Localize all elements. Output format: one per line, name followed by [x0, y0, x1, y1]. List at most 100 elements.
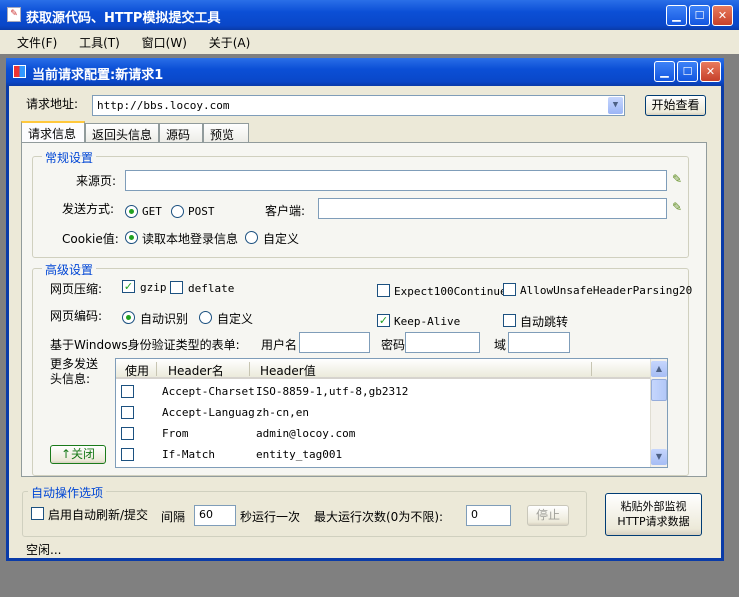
headers-table-header: 使用 Header名 Header值 [116, 359, 667, 379]
encoding-label: 网页编码: [50, 309, 103, 323]
enc-auto-label: 自动识别 [140, 312, 189, 326]
table-row[interactable]: Accept-Languag zh-cn,en [116, 402, 650, 423]
scroll-thumb[interactable] [651, 379, 667, 401]
username-label: 用户名 [261, 338, 298, 352]
tab-request-info[interactable]: 请求信息 [21, 121, 85, 143]
auto-enable-checkbox[interactable] [31, 507, 44, 520]
keep-alive-checkbox[interactable]: ✓ [377, 314, 390, 327]
row-header-name: From [162, 427, 189, 440]
enc-auto-radio[interactable] [122, 311, 135, 324]
expect100-label: Expect100Continue [394, 285, 507, 298]
row-use-checkbox[interactable] [121, 448, 134, 461]
app-title-bar: ✎ 获取源代码、HTTP模拟提交工具 ▁ ☐ ✕ [0, 0, 739, 30]
domain-label: 域 [494, 338, 507, 352]
cookie-local-radio[interactable] [125, 231, 138, 244]
row-use-checkbox[interactable] [121, 427, 134, 440]
stop-button[interactable]: 停止 [527, 505, 569, 526]
row-header-name: Accept-Charset [162, 385, 255, 398]
general-settings-legend: 常规设置 [42, 149, 97, 166]
auto-redirect-label: 自动跳转 [520, 315, 569, 329]
referer-edit-icon[interactable]: ✎ [670, 172, 684, 189]
url-dropdown-icon[interactable]: ▼ [608, 97, 623, 114]
username-input[interactable] [299, 332, 370, 353]
col-use[interactable]: 使用 [125, 362, 149, 379]
enc-custom-radio[interactable] [199, 311, 212, 324]
unsafe-header-checkbox[interactable] [503, 283, 516, 296]
row-header-value: zh-cn,en [256, 406, 309, 419]
row-use-checkbox[interactable] [121, 406, 134, 419]
child-maximize-button[interactable]: ☐ [677, 61, 698, 82]
unsafe-header-label: AllowUnsafeHeaderParsing20 [520, 284, 693, 297]
gzip-checkbox[interactable]: ✓ [122, 280, 135, 293]
cookie-custom-label: 自定义 [263, 232, 300, 246]
col-divider [591, 362, 592, 376]
scroll-up-icon[interactable]: ▲ [651, 361, 667, 377]
row-use-checkbox[interactable] [121, 385, 134, 398]
deflate-checkbox[interactable] [170, 281, 183, 294]
col-header-name[interactable]: Header名 [168, 362, 224, 379]
child-minimize-button[interactable]: ▁ [654, 61, 675, 82]
tab-preview[interactable]: 预览 [203, 123, 249, 143]
method-get-label: GET [142, 205, 162, 218]
table-row[interactable]: Accept-Charset ISO-8859-1,utf-8,gb2312 [116, 381, 650, 402]
close-button[interactable]: ✕ [712, 5, 733, 26]
client-edit-icon[interactable]: ✎ [670, 200, 684, 217]
tab-response-headers[interactable]: 返回头信息 [85, 123, 159, 143]
status-text: 空闲... [26, 543, 62, 557]
table-row[interactable]: If-Match entity_tag001 [116, 444, 650, 465]
domain-input[interactable] [508, 332, 570, 353]
client-input[interactable] [318, 198, 667, 219]
password-input[interactable] [405, 332, 480, 353]
scroll-down-icon[interactable]: ▼ [651, 449, 667, 465]
child-title: 当前请求配置:新请求1 [32, 68, 164, 83]
max-runs-label: 最大运行次数(0为不限): [314, 510, 444, 524]
cookie-label: Cookie值: [62, 232, 119, 246]
max-runs-input[interactable]: 0 [466, 505, 511, 526]
method-post-radio[interactable] [171, 205, 184, 218]
menu-file[interactable]: 文件(F) [17, 34, 57, 51]
paste-monitor-button[interactable]: 粘贴外部监视 HTTP请求数据 [605, 493, 702, 536]
more-headers-label: 更多发送 头信息: [50, 357, 99, 386]
paste-monitor-label: 粘贴外部监视 HTTP请求数据 [617, 500, 690, 528]
interval-label: 间隔 [161, 510, 186, 524]
password-label: 密码 [381, 338, 406, 352]
advanced-settings-legend: 高级设置 [42, 261, 97, 278]
windows-auth-label: 基于Windows身份验证类型的表单: [50, 338, 240, 352]
tab-source[interactable]: 源码 [159, 123, 203, 143]
keep-alive-label: Keep-Alive [394, 315, 461, 328]
enc-custom-label: 自定义 [217, 312, 254, 326]
menu-bar: 文件(F) 工具(T) 窗口(W) 关于(A) [0, 30, 739, 54]
menu-about[interactable]: 关于(A) [209, 34, 251, 51]
cookie-custom-radio[interactable] [245, 231, 258, 244]
close-headers-label: ↑关闭 [60, 447, 96, 461]
auto-redirect-checkbox[interactable] [503, 314, 516, 327]
child-close-button[interactable]: ✕ [700, 61, 721, 82]
url-combobox[interactable]: http://bbs.locoy.com ▼ [92, 95, 625, 116]
child-icon [13, 65, 26, 78]
compress-label: 网页压缩: [50, 282, 103, 296]
menu-window[interactable]: 窗口(W) [142, 34, 187, 51]
table-row[interactable]: From admin@locoy.com [116, 423, 650, 444]
row-header-value: entity_tag001 [256, 448, 343, 461]
close-headers-button[interactable]: ↑关闭 [50, 445, 106, 464]
minimize-button[interactable]: ▁ [666, 5, 687, 26]
col-divider [156, 362, 157, 376]
referer-input[interactable] [125, 170, 667, 191]
table-scrollbar[interactable]: ▲ ▼ [650, 359, 667, 467]
maximize-button[interactable]: ☐ [689, 5, 710, 26]
app-icon: ✎ [7, 7, 21, 22]
referer-label: 来源页: [76, 174, 117, 188]
menu-tools[interactable]: 工具(T) [79, 34, 120, 51]
expect100-checkbox[interactable] [377, 284, 390, 297]
interval-input[interactable]: 60 [194, 505, 236, 526]
start-view-button[interactable]: 开始查看 [645, 95, 706, 116]
headers-table: 使用 Header名 Header值 Accept-Charset ISO-88… [115, 358, 668, 468]
method-post-label: POST [188, 205, 215, 218]
seconds-label: 秒运行一次 [240, 510, 301, 524]
stop-label: 停止 [535, 508, 560, 522]
method-get-radio[interactable] [125, 205, 138, 218]
url-label: 请求地址: [26, 97, 79, 111]
row-header-value: ISO-8859-1,utf-8,gb2312 [256, 385, 409, 398]
gzip-label: gzip [140, 281, 167, 294]
col-header-value[interactable]: Header值 [260, 362, 316, 379]
